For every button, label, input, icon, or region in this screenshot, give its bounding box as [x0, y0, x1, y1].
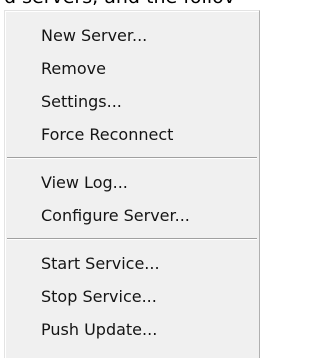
- menu-item-stop-service[interactable]: Stop Service...: [5, 282, 259, 312]
- menu-item-configure-server[interactable]: Configure Server...: [5, 201, 259, 231]
- menu-item-new-server[interactable]: New Server...: [5, 21, 259, 51]
- context-menu: New Server... Remove Settings... Force R…: [4, 10, 260, 358]
- menu-item-start-service[interactable]: Start Service...: [5, 249, 259, 279]
- menu-separator: [7, 238, 257, 240]
- menu-item-settings[interactable]: Settings...: [5, 87, 259, 117]
- menu-item-remove[interactable]: Remove: [5, 54, 259, 84]
- screenshot: d servers, and the follov New Server... …: [0, 0, 273, 358]
- menu-separator: [7, 157, 257, 159]
- menu-item-view-log[interactable]: View Log...: [5, 168, 259, 198]
- menu-item-push-update[interactable]: Push Update...: [5, 315, 259, 345]
- background-document-text: d servers, and the follov: [0, 0, 273, 8]
- background-text-fragment: d servers, and the follov: [0, 0, 235, 8]
- menu-item-force-reconnect[interactable]: Force Reconnect: [5, 120, 259, 150]
